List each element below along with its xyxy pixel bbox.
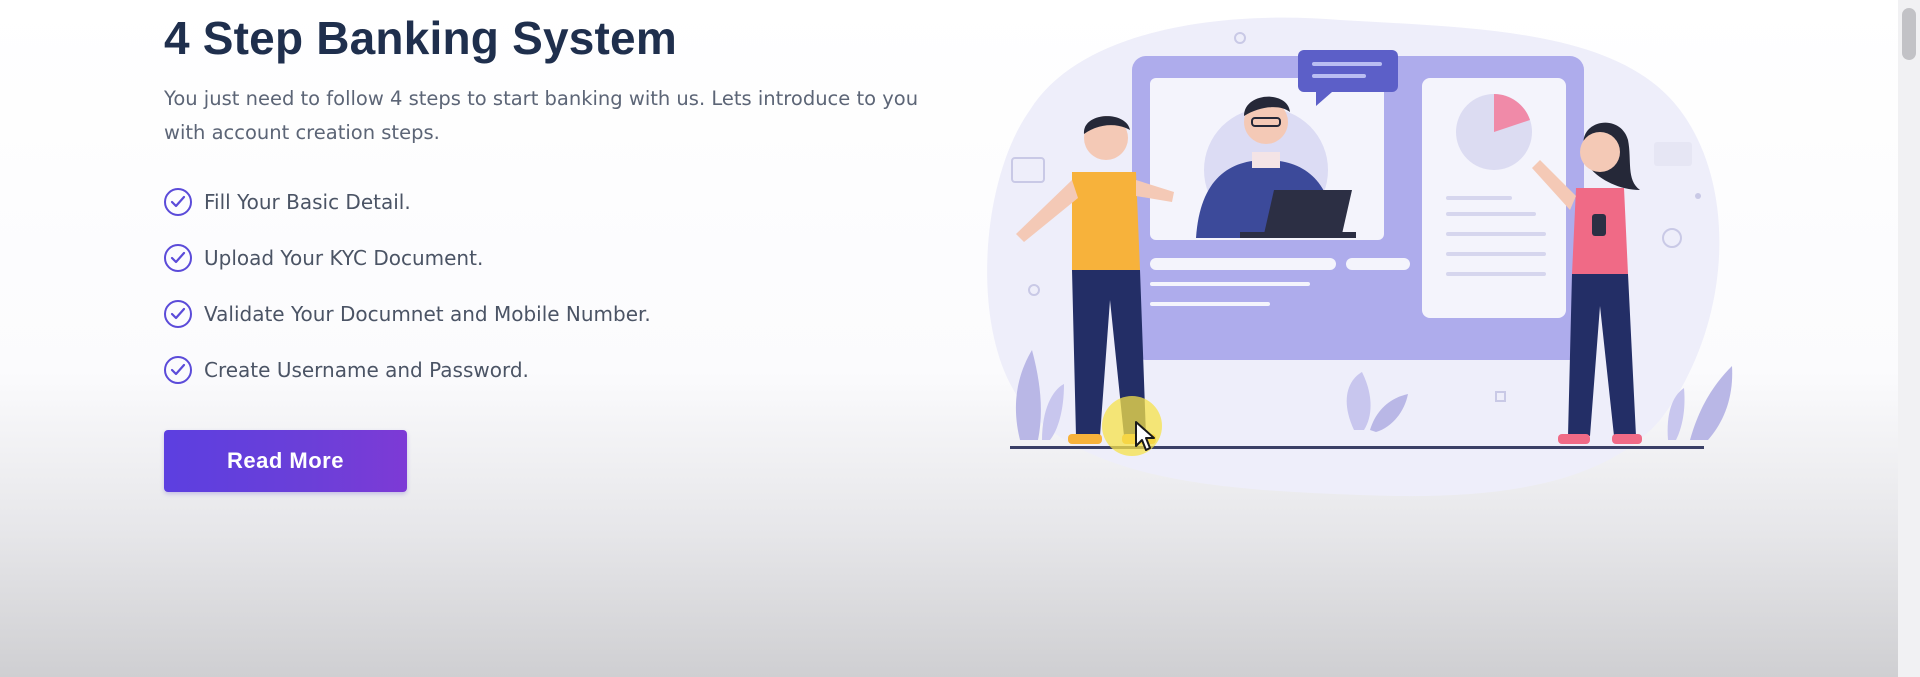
man-shirt — [1072, 172, 1140, 270]
check-circle-icon — [164, 356, 192, 384]
laptop-base — [1240, 232, 1356, 238]
page: 4 Step Banking System You just need to f… — [0, 0, 1920, 677]
video-call-banking-illustration — [987, 17, 1733, 497]
woman-head — [1580, 132, 1620, 172]
speech-bubble — [1298, 50, 1398, 92]
section-description: You just need to follow 4 steps to start… — [164, 87, 919, 144]
check-circle-icon — [164, 300, 192, 328]
step-item: Fill Your Basic Detail. — [164, 174, 944, 230]
woman-shoe — [1612, 434, 1642, 444]
scrollbar[interactable] — [1898, 0, 1920, 677]
section-title: 4 Step Banking System — [164, 12, 677, 64]
woman-shoe — [1558, 434, 1590, 444]
screen-line — [1346, 258, 1410, 270]
step-item: Upload Your KYC Document. — [164, 230, 944, 286]
screen-line — [1150, 258, 1336, 270]
speech-line — [1312, 74, 1366, 78]
check-circle-icon — [164, 244, 192, 272]
panel-line — [1446, 212, 1536, 216]
scrollbar-thumb[interactable] — [1902, 8, 1916, 60]
video-icon — [1654, 142, 1692, 166]
panel-line — [1446, 272, 1546, 276]
laptop — [1264, 190, 1352, 234]
panel-line — [1446, 232, 1546, 236]
step-label: Validate Your Documnet and Mobile Number… — [204, 302, 651, 326]
read-more-button[interactable]: Read More — [164, 430, 407, 492]
screen-line — [1150, 282, 1310, 286]
step-label: Fill Your Basic Detail. — [204, 190, 411, 214]
decor-dot — [1695, 193, 1701, 199]
mouse-cursor-icon — [1102, 396, 1162, 456]
presenter-collar — [1252, 152, 1280, 168]
step-item: Validate Your Documnet and Mobile Number… — [164, 286, 944, 342]
panel-line — [1446, 252, 1546, 256]
steps-list: Fill Your Basic Detail. Upload Your KYC … — [164, 174, 944, 398]
woman-phone — [1592, 214, 1606, 236]
step-label: Create Username and Password. — [204, 358, 529, 382]
panel-line — [1446, 196, 1512, 200]
speech-line — [1312, 62, 1382, 66]
man-shoe — [1068, 434, 1102, 444]
plant-right — [1690, 366, 1733, 440]
step-item: Create Username and Password. — [164, 342, 944, 398]
step-label: Upload Your KYC Document. — [204, 246, 484, 270]
banking-steps-section: 4 Step Banking System You just need to f… — [164, 8, 944, 492]
check-circle-icon — [164, 188, 192, 216]
screen-line — [1150, 302, 1270, 306]
